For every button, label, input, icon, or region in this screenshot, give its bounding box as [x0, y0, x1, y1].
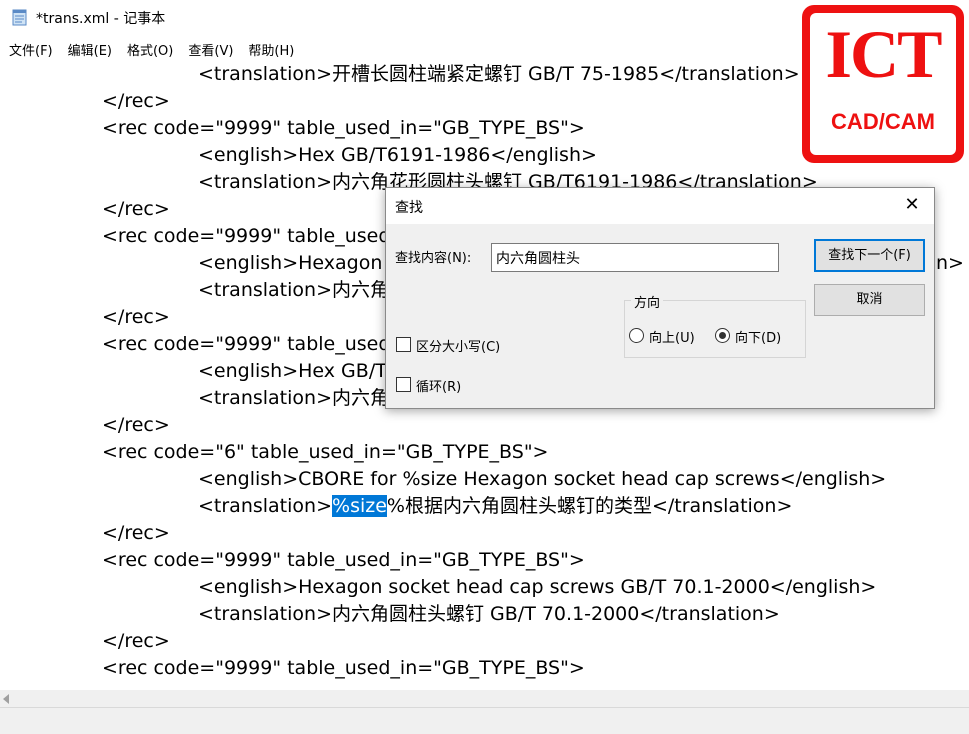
- editor-line: <english>Hex GB/T: [198, 360, 387, 382]
- editor-line: <rec code="9999" table_used: [102, 225, 391, 247]
- dialog-title-bar: 查找 ✕: [386, 188, 934, 224]
- editor-line: </rec>: [102, 198, 170, 220]
- editor-line: <english>CBORE for %size Hexagon socket …: [198, 468, 887, 490]
- menu-view[interactable]: 查看(V): [188, 36, 233, 60]
- direction-down-radio[interactable]: [715, 328, 730, 343]
- find-dialog: 查找 ✕ 查找内容(N): 内六角圆柱头 查找下一个(F) 取消 方向 向上(U…: [385, 187, 935, 409]
- editor-line: <rec code="6" table_used_in="GB_TYPE_BS"…: [102, 441, 549, 463]
- menu-file[interactable]: 文件(F): [9, 36, 53, 60]
- direction-up-radio[interactable]: [629, 328, 644, 343]
- menu-help[interactable]: 帮助(H): [248, 36, 294, 60]
- horizontal-scrollbar[interactable]: [0, 690, 969, 707]
- close-icon[interactable]: ✕: [901, 194, 923, 216]
- editor-line: <translation>内六角: [198, 387, 390, 409]
- editor-line: <translation>内六角圆柱头螺钉 GB/T 70.1-2000</tr…: [198, 603, 780, 625]
- direction-down-label[interactable]: 向下(D): [735, 327, 781, 346]
- wrap-around-checkbox[interactable]: [396, 377, 411, 392]
- match-case-checkbox[interactable]: [396, 337, 411, 352]
- editor-line: <english>Hex GB/T6191-1986</english>: [198, 144, 597, 166]
- ict-cadcam-logo: ICT CAD/CAM: [802, 5, 964, 163]
- editor-line: <rec code="9999" table_used_in="GB_TYPE_…: [102, 117, 585, 139]
- editor-line: <english>Hexagon: [198, 252, 383, 274]
- editor-line: </rec>: [102, 306, 170, 328]
- editor-line: </rec>: [102, 414, 170, 436]
- editor-line: <rec code="9999" table_used_in="GB_TYPE_…: [102, 549, 585, 571]
- logo-sub-text: CAD/CAM: [831, 109, 935, 134]
- notepad-icon: [12, 9, 27, 26]
- menu-format[interactable]: 格式(O): [127, 36, 173, 60]
- editor-line: <rec code="9999" table_used: [102, 333, 391, 355]
- editor-line-tail: n>: [936, 252, 964, 274]
- line-prefix: <translation>: [198, 495, 333, 517]
- scroll-left-icon[interactable]: [3, 694, 9, 704]
- find-next-button[interactable]: 查找下一个(F): [814, 239, 925, 272]
- cancel-button[interactable]: 取消: [814, 284, 925, 316]
- direction-up-label[interactable]: 向上(U): [649, 327, 695, 346]
- editor-line: </rec>: [102, 522, 170, 544]
- editor-line-selected: <translation>%size%根据内六角圆柱头螺钉的类型</transl…: [198, 493, 792, 520]
- status-bar: [0, 707, 969, 734]
- editor-line: <translation>开槽长圆柱端紧定螺钉 GB/T 75-1985</tr…: [198, 63, 800, 85]
- line-suffix: %根据内六角圆柱头螺钉的类型</translation>: [386, 495, 793, 517]
- window-title: *trans.xml - 记事本: [36, 11, 166, 27]
- logo-main-text: ICT: [825, 16, 943, 92]
- editor-line: <translation>内六角: [198, 279, 390, 301]
- editor-line: </rec>: [102, 630, 170, 652]
- dialog-title: 查找: [395, 200, 423, 216]
- direction-label: 方向: [631, 292, 664, 311]
- find-what-input[interactable]: 内六角圆柱头: [491, 243, 779, 272]
- menu-edit[interactable]: 编辑(E): [68, 36, 112, 60]
- editor-line: <english>Hexagon socket head cap screws …: [198, 576, 877, 598]
- editor-line: <rec code="9999" table_used_in="GB_TYPE_…: [102, 657, 585, 679]
- editor-line: </rec>: [102, 90, 170, 112]
- wrap-around-label[interactable]: 循环(R): [416, 376, 461, 395]
- logo-inner: ICT CAD/CAM: [810, 13, 956, 155]
- find-what-label: 查找内容(N):: [395, 251, 472, 266]
- match-case-label[interactable]: 区分大小写(C): [416, 336, 500, 355]
- selected-text: %size: [332, 495, 387, 517]
